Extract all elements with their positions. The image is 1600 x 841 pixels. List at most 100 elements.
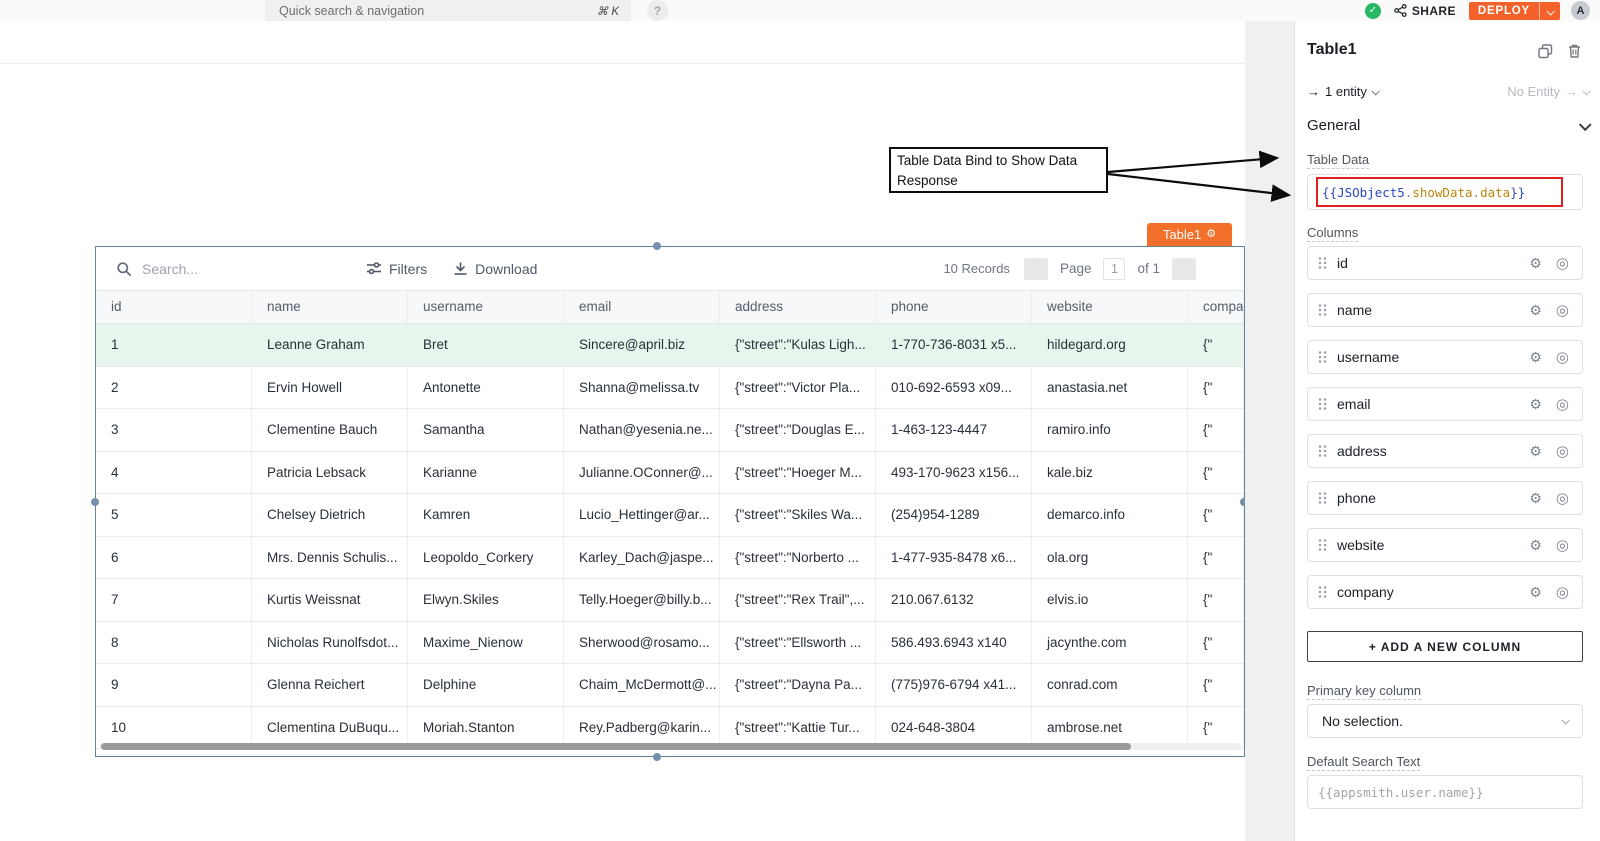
drag-handle-icon[interactable]	[1318, 256, 1327, 270]
drag-handle-icon[interactable]	[1318, 491, 1327, 505]
column-visibility-eye-icon[interactable]: ◎	[1556, 303, 1569, 318]
deploy-menu-button[interactable]	[1540, 2, 1560, 20]
column-card-email[interactable]: email⚙◎	[1307, 387, 1583, 421]
next-page-button[interactable]	[1172, 258, 1196, 280]
column-header-name[interactable]: name	[252, 291, 408, 323]
column-visibility-eye-icon[interactable]: ◎	[1556, 256, 1569, 271]
widget-settings-gear-icon[interactable]: ⚙	[1206, 229, 1216, 240]
column-visibility-eye-icon[interactable]: ◎	[1556, 397, 1569, 412]
columns-label: Columns	[1307, 225, 1358, 240]
table-row[interactable]: 3Clementine BauchSamanthaNathan@yesenia.…	[96, 409, 1244, 452]
column-header-address[interactable]: address	[720, 291, 876, 323]
download-label: Download	[475, 261, 537, 277]
editor-canvas[interactable]: Table Data Bind to Show Data Response Ta…	[0, 21, 1245, 841]
avatar[interactable]: A	[1571, 1, 1590, 20]
table-row[interactable]: 2Ervin HowellAntonetteShanna@melissa.tv{…	[96, 367, 1244, 410]
page-number-input[interactable]	[1103, 258, 1125, 280]
share-button[interactable]: SHARE	[1394, 4, 1456, 18]
help-button[interactable]: ?	[647, 0, 668, 21]
table-cell: jacynthe.com	[1032, 622, 1188, 664]
incoming-entities-dropdown[interactable]: → 1 entity	[1307, 84, 1378, 99]
column-card-label: address	[1337, 443, 1529, 459]
column-visibility-eye-icon[interactable]: ◎	[1556, 585, 1569, 600]
column-card-phone[interactable]: phone⚙◎	[1307, 481, 1583, 515]
column-settings-gear-icon[interactable]: ⚙	[1529, 538, 1542, 552]
table-widget[interactable]: Search... Filters Download	[95, 246, 1245, 757]
drag-handle-icon[interactable]	[1318, 444, 1327, 458]
column-visibility-eye-icon[interactable]: ◎	[1556, 444, 1569, 459]
table-hscrollbar-thumb[interactable]	[101, 743, 1131, 750]
table-cell: Nicholas Runolfsdot...	[252, 622, 408, 664]
column-settings-gear-icon[interactable]: ⚙	[1529, 303, 1542, 317]
filters-icon	[366, 261, 382, 276]
column-visibility-eye-icon[interactable]: ◎	[1556, 491, 1569, 506]
outgoing-entities-dropdown[interactable]: No Entity →	[1507, 84, 1589, 99]
column-header-username[interactable]: username	[408, 291, 564, 323]
table-row[interactable]: 4Patricia LebsackKarianneJulianne.OConne…	[96, 452, 1244, 495]
prev-page-button[interactable]	[1024, 258, 1048, 280]
trash-icon	[1567, 43, 1582, 59]
table-data-binding-input[interactable]: {{JSObject5.showData.data}}	[1307, 174, 1583, 210]
binding-code-token: }}	[1510, 185, 1525, 200]
column-card-username[interactable]: username⚙◎	[1307, 340, 1583, 374]
table-cell: 024-648-3804	[876, 707, 1032, 749]
table-cell: 7	[96, 579, 252, 621]
table-data-label: Table Data	[1307, 152, 1369, 167]
primary-key-select[interactable]: No selection.	[1307, 704, 1583, 738]
column-settings-gear-icon[interactable]: ⚙	[1529, 444, 1542, 458]
column-visibility-eye-icon[interactable]: ◎	[1556, 350, 1569, 365]
column-card-company[interactable]: company⚙◎	[1307, 575, 1583, 609]
column-header-phone[interactable]: phone	[876, 291, 1032, 323]
table-row[interactable]: 8Nicholas Runolfsdot...Maxime_NienowSher…	[96, 622, 1244, 665]
column-settings-gear-icon[interactable]: ⚙	[1529, 585, 1542, 599]
filters-button[interactable]: Filters	[366, 261, 427, 277]
table-cell: {"street":"Kulas Ligh...	[720, 324, 876, 366]
default-search-input[interactable]	[1307, 775, 1583, 809]
table-cell: conrad.com	[1032, 664, 1188, 706]
column-visibility-eye-icon[interactable]: ◎	[1556, 538, 1569, 553]
resize-handle-top[interactable]	[653, 242, 661, 250]
column-settings-gear-icon[interactable]: ⚙	[1529, 491, 1542, 505]
table-row[interactable]: 5Chelsey DietrichKamrenLucio_Hettinger@a…	[96, 494, 1244, 537]
column-settings-gear-icon[interactable]: ⚙	[1529, 397, 1542, 411]
column-card-name[interactable]: name⚙◎	[1307, 293, 1583, 327]
table-row[interactable]: 1Leanne GrahamBretSincere@april.biz{"str…	[96, 324, 1244, 367]
table-row[interactable]: 9Glenna ReichertDelphineChaim_McDermott@…	[96, 664, 1244, 707]
binding-code-token: showData	[1412, 185, 1472, 200]
column-header-email[interactable]: email	[564, 291, 720, 323]
table-cell: Maxime_Nienow	[408, 622, 564, 664]
drag-handle-icon[interactable]	[1318, 585, 1327, 599]
deploy-button[interactable]: DEPLOY	[1469, 2, 1560, 20]
copy-widget-button[interactable]	[1538, 44, 1553, 59]
table-cell: {"street":"Kattie Tur...	[720, 707, 876, 749]
table-row[interactable]: 7Kurtis WeissnatElwyn.SkilesTelly.Hoeger…	[96, 579, 1244, 622]
download-button[interactable]: Download	[453, 261, 537, 277]
table-row[interactable]: 6Mrs. Dennis Schulis...Leopoldo_CorkeryK…	[96, 537, 1244, 580]
add-new-column-button[interactable]: + ADD A NEW COLUMN	[1307, 631, 1583, 662]
drag-handle-icon[interactable]	[1318, 397, 1327, 411]
column-header-website[interactable]: website	[1032, 291, 1188, 323]
resize-handle-left[interactable]	[91, 498, 99, 506]
column-card-website[interactable]: website⚙◎	[1307, 528, 1583, 562]
drag-handle-icon[interactable]	[1318, 538, 1327, 552]
section-general[interactable]: General	[1307, 117, 1589, 134]
quick-search-input[interactable]: Quick search & navigation ⌘ K	[265, 0, 631, 21]
column-settings-gear-icon[interactable]: ⚙	[1529, 256, 1542, 270]
widget-name-tag[interactable]: Table1 ⚙	[1147, 223, 1232, 246]
copy-icon	[1538, 44, 1553, 59]
table-cell: 8	[96, 622, 252, 664]
table-cell: Elwyn.Skiles	[408, 579, 564, 621]
column-card-id[interactable]: id⚙◎	[1307, 246, 1583, 280]
drag-handle-icon[interactable]	[1318, 303, 1327, 317]
column-header-company[interactable]: company	[1188, 291, 1244, 323]
table-search-input[interactable]: Search...	[116, 261, 344, 277]
table-cell: {"street":"Rex Trail",...	[720, 579, 876, 621]
delete-widget-button[interactable]	[1567, 43, 1582, 59]
column-settings-gear-icon[interactable]: ⚙	[1529, 350, 1542, 364]
drag-handle-icon[interactable]	[1318, 350, 1327, 364]
column-header-id[interactable]: id	[96, 291, 252, 323]
column-card-address[interactable]: address⚙ ◎	[1307, 434, 1583, 468]
resize-handle-bottom[interactable]	[653, 753, 661, 761]
table-cell: {"street":"Douglas E...	[720, 409, 876, 451]
table-pagination: 10 Records Page of 1	[943, 258, 1196, 280]
